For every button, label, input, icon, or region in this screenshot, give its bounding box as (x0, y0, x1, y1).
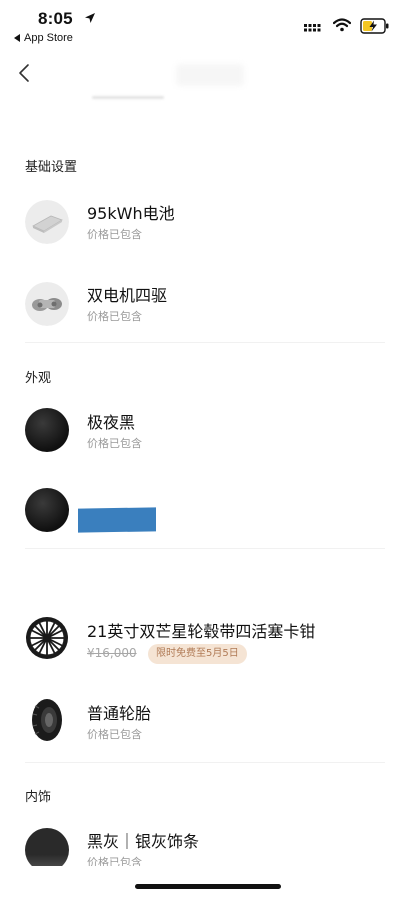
option-drive-name: 双电机四驱 (87, 286, 168, 305)
redacted-block (78, 507, 156, 533)
section-exterior: 外观 (25, 371, 52, 386)
option-drive[interactable]: 双电机四驱 价格已包含 (0, 278, 416, 338)
section-interior: 内饰 (25, 790, 52, 805)
option-trim-price-note: 价格已包含 (87, 856, 142, 866)
option-trim-name: 黑灰｜银灰饰条 (87, 832, 200, 851)
dual-motor-thumbnail (25, 282, 69, 326)
color-swatch-black (25, 488, 69, 532)
option-wheel[interactable]: 21英寸双芒星轮毂带四活塞卡钳 ¥16,000 限时免费至5月5日 (0, 614, 416, 674)
option-trim[interactable]: 黑灰｜银灰饰条 价格已包含 (0, 826, 416, 866)
option-battery-price-note: 价格已包含 (87, 228, 142, 241)
wifi-icon (333, 18, 351, 32)
home-indicator[interactable] (135, 884, 281, 889)
option-battery-name: 95kWh电池 (87, 204, 175, 223)
option-wheel-name: 21英寸双芒星轮毂带四活塞卡钳 (87, 622, 316, 641)
option-wheel-original-price: ¥16,000 (87, 646, 137, 660)
nav-subtitle-placeholder (92, 96, 164, 99)
wheel-rim-thumbnail (26, 617, 68, 659)
battery-charging-icon (360, 18, 389, 34)
tire-thumbnail (32, 699, 62, 741)
battery-pack-thumbnail (25, 200, 69, 244)
cellular-signal-icon (304, 24, 321, 32)
option-paint-name: 极夜黑 (87, 413, 136, 432)
back-triangle-icon (14, 34, 20, 42)
option-tire[interactable]: 普通轮胎 价格已包含 (0, 696, 416, 756)
back-to-app-store[interactable]: App Store (14, 32, 73, 44)
trim-swatch (25, 828, 69, 866)
status-bar: 8:05 App Store (0, 0, 416, 52)
section-basic-settings: 基础设置 (25, 160, 78, 175)
option-paint-color[interactable]: 极夜黑 价格已包含 (0, 404, 416, 464)
paint-swatch-black (25, 408, 69, 452)
option-tire-name: 普通轮胎 (87, 704, 152, 723)
back-app-label: App Store (24, 32, 73, 44)
status-time: 8:05 (38, 9, 73, 28)
option-battery[interactable]: 95kWh电池 价格已包含 (0, 196, 416, 256)
section-divider (25, 548, 385, 549)
back-chevron-icon[interactable] (14, 62, 36, 84)
option-tire-price-note: 价格已包含 (87, 728, 142, 741)
section-divider (25, 762, 385, 763)
section-divider (25, 342, 385, 343)
promo-badge: 限时免费至5月5日 (148, 644, 247, 664)
option-drive-price-note: 价格已包含 (87, 310, 142, 323)
nav-title-placeholder (176, 64, 244, 86)
option-paint-price-note: 价格已包含 (87, 437, 142, 450)
option-second-color[interactable] (0, 486, 416, 546)
location-arrow-icon (85, 13, 95, 23)
